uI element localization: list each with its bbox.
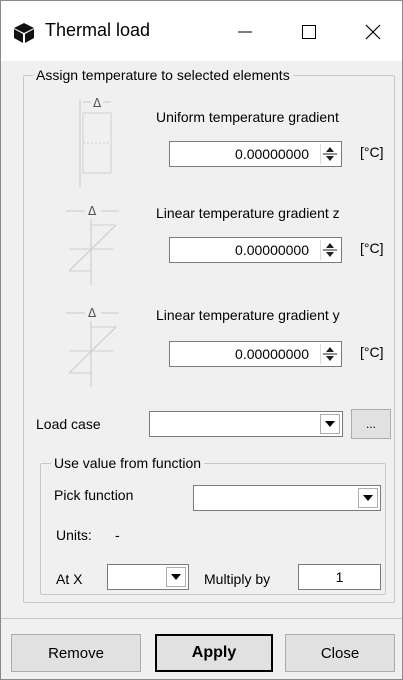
assign-temperature-legend: Assign temperature to selected elements: [33, 67, 293, 83]
maximize-icon: [302, 25, 316, 39]
spinner-arrows-icon[interactable]: [320, 240, 339, 260]
spinner-arrows-icon[interactable]: [320, 344, 339, 364]
function-legend: Use value from function: [51, 455, 205, 471]
linear-gradient-z-icon: Δ: [66, 204, 119, 285]
pick-function-label: Pick function: [54, 487, 134, 503]
uniform-gradient-label: Uniform temperature gradient: [156, 109, 339, 125]
uniform-gradient-value: 0.00000000: [235, 146, 309, 162]
window-title: Thermal load: [45, 20, 151, 40]
uniform-gradient-input[interactable]: 0.00000000: [169, 141, 342, 167]
pick-function-select[interactable]: [193, 485, 381, 511]
close-button[interactable]: Close: [285, 634, 395, 672]
spinner-arrows-icon[interactable]: [320, 144, 339, 164]
dropdown-button[interactable]: [320, 414, 340, 434]
maximize-button[interactable]: [287, 11, 331, 53]
linear-gradient-y-label: Linear temperature gradient y: [156, 307, 340, 323]
linear-gradient-z-label: Linear temperature gradient z: [156, 205, 340, 221]
at-x-select[interactable]: [107, 564, 189, 590]
linear-gradient-y-value: 0.00000000: [235, 346, 309, 362]
units-value: -: [115, 527, 120, 543]
minimize-icon: [238, 31, 252, 33]
units-label: Units:: [56, 527, 92, 543]
cube-icon: [14, 23, 34, 43]
linear-gradient-y-icon: Δ: [66, 306, 119, 387]
uniform-gradient-unit: [°C]: [360, 144, 384, 160]
button-bar-separator: [1, 618, 402, 619]
uniform-gradient-icon: Δ: [79, 97, 112, 187]
delta-symbol: Δ: [88, 306, 97, 320]
dropdown-button[interactable]: [166, 567, 186, 587]
apply-button[interactable]: Apply: [155, 634, 273, 672]
delta-symbol: Δ: [93, 97, 102, 110]
multiply-by-input[interactable]: 1: [298, 564, 381, 590]
chevron-down-icon: [325, 421, 335, 427]
close-icon: [365, 24, 381, 40]
at-x-label: At X: [56, 571, 83, 587]
chevron-down-icon: [363, 495, 373, 501]
delta-symbol: Δ: [88, 204, 97, 218]
thermal-load-dialog: Thermal load Assign temperature to selec…: [0, 0, 403, 680]
minimize-button[interactable]: [223, 11, 267, 53]
close-window-button[interactable]: [351, 11, 395, 53]
load-case-label: Load case: [36, 416, 101, 432]
multiply-by-label: Multiply by: [204, 571, 271, 587]
load-case-select[interactable]: [149, 411, 343, 437]
chevron-down-icon: [171, 574, 181, 580]
linear-gradient-z-input[interactable]: 0.00000000: [169, 237, 342, 263]
title-bar[interactable]: Thermal load: [1, 1, 402, 61]
remove-button[interactable]: Remove: [11, 634, 141, 672]
linear-gradient-y-unit: [°C]: [360, 344, 384, 360]
load-case-browse-button[interactable]: ...: [351, 409, 391, 439]
dropdown-button[interactable]: [358, 488, 378, 508]
linear-gradient-z-unit: [°C]: [360, 240, 384, 256]
linear-gradient-y-input[interactable]: 0.00000000: [169, 341, 342, 367]
linear-gradient-z-value: 0.00000000: [235, 242, 309, 258]
